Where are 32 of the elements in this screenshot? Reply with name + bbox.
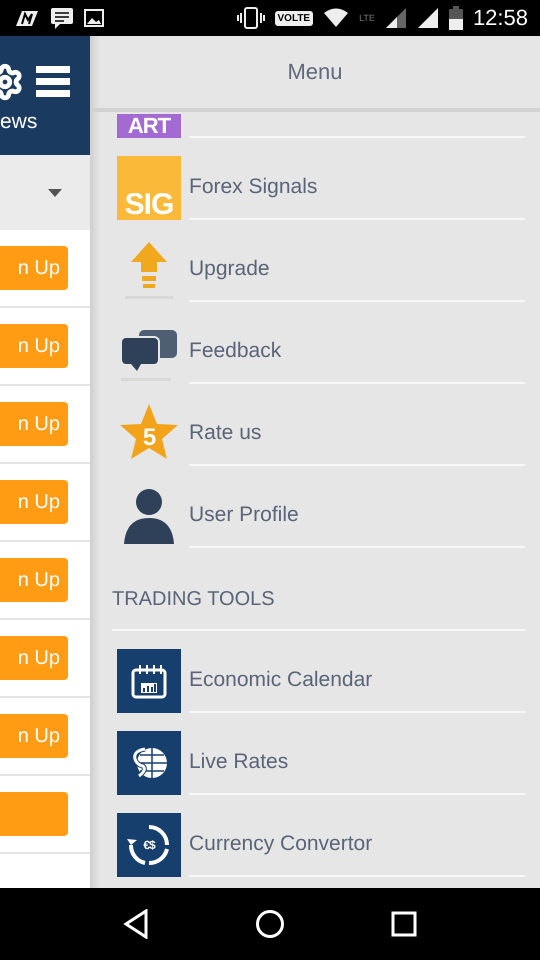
menu-item[interactable]: Currency Convertor bbox=[189, 832, 372, 856]
clock: 12:58 bbox=[472, 5, 528, 31]
home-icon[interactable] bbox=[255, 909, 285, 939]
header-title: ews bbox=[0, 110, 38, 134]
menu-title: Menu bbox=[90, 36, 540, 112]
menu-item[interactable]: Forex Signals bbox=[189, 175, 318, 199]
menu-icon[interactable] bbox=[36, 66, 70, 98]
signal-icon bbox=[384, 7, 407, 29]
dropdown-caret-icon[interactable] bbox=[48, 188, 62, 196]
menu-item[interactable]: Rate us bbox=[189, 421, 262, 445]
menu-item[interactable]: Live Rates bbox=[189, 750, 288, 774]
message-icon bbox=[50, 7, 74, 29]
signals-icon: SIG bbox=[117, 156, 181, 220]
battery-icon bbox=[448, 6, 463, 30]
art-icon: ART bbox=[117, 114, 181, 138]
wifi-icon bbox=[323, 8, 350, 28]
section-heading: TRADING TOOLS bbox=[112, 587, 275, 611]
lte-label: LTE bbox=[359, 13, 375, 23]
back-icon[interactable] bbox=[123, 909, 149, 939]
menu-item[interactable]: Feedback bbox=[189, 339, 282, 363]
recents-icon[interactable] bbox=[391, 911, 417, 937]
signal-icon bbox=[416, 7, 439, 29]
menu-item[interactable]: Upgrade bbox=[189, 257, 270, 281]
vibrate-icon bbox=[236, 7, 264, 29]
image-icon bbox=[84, 9, 104, 27]
menu-item[interactable]: User Profile bbox=[189, 503, 299, 527]
app-logo-icon bbox=[14, 8, 40, 28]
menu-item[interactable]: Economic Calendar bbox=[189, 668, 372, 692]
volte-badge: VOLTE bbox=[274, 10, 314, 26]
dollar-globe-icon bbox=[117, 731, 181, 795]
currency-exchange-icon: €$ bbox=[117, 813, 181, 877]
calendar-icon bbox=[117, 649, 181, 713]
